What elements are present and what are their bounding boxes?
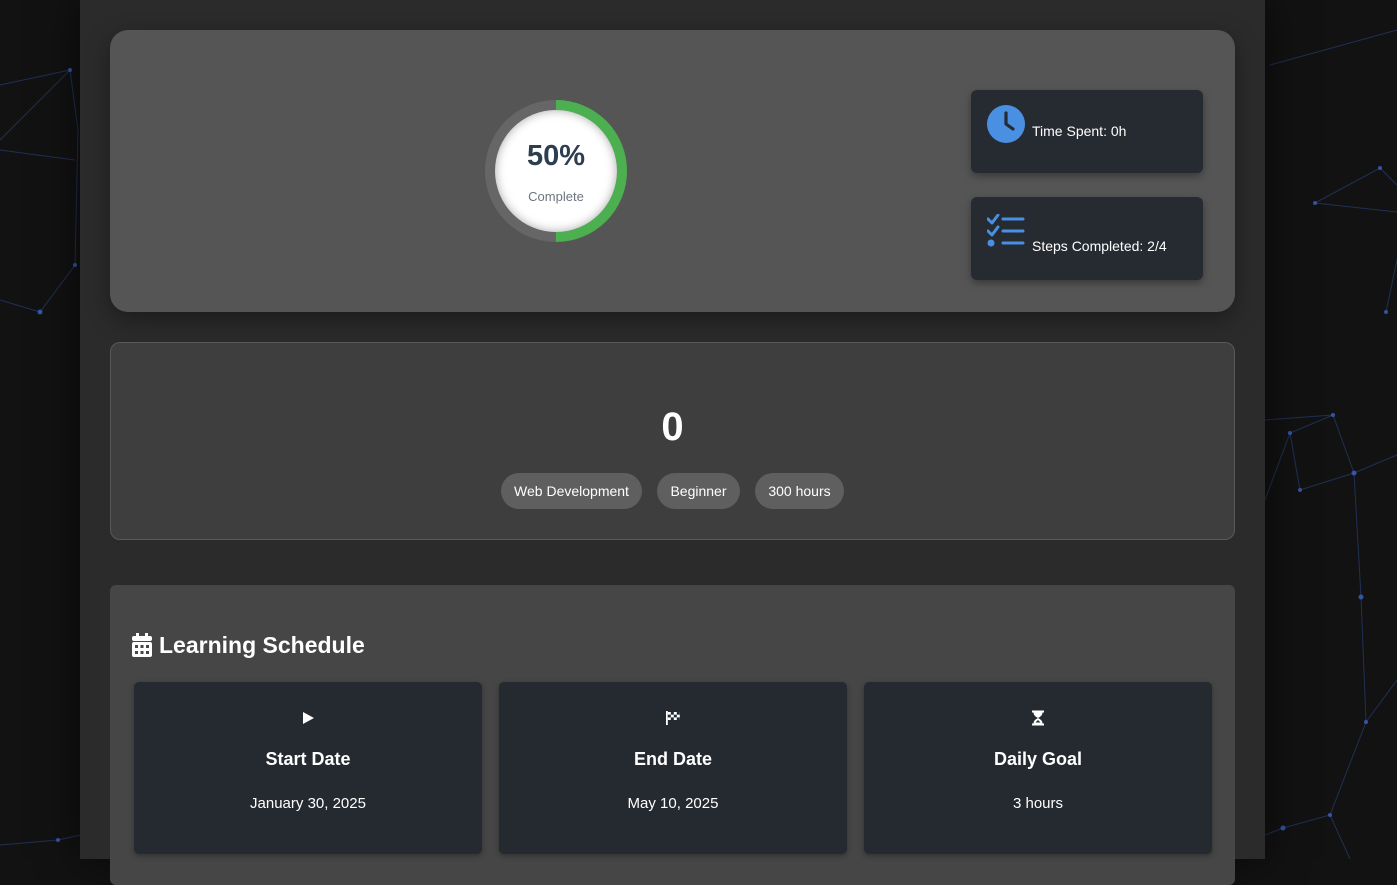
time-spent-stat: Time Spent: 0h (971, 90, 1203, 173)
main-container: 50% Complete Time Spent: 0h Steps Comple… (80, 0, 1265, 885)
progress-card: 50% Complete Time Spent: 0h Steps Comple… (110, 30, 1235, 312)
schedule-daily-goal: Daily Goal 3 hours (864, 682, 1212, 854)
time-spent-label: Time Spent: 0h (1032, 123, 1127, 139)
daily-goal-label: Daily Goal (993, 749, 1083, 769)
checklist-icon (987, 214, 1025, 247)
hourglass-icon (1032, 710, 1044, 726)
progress-percent: 50% (526, 140, 586, 172)
schedule-title: Learning Schedule (159, 632, 365, 658)
learning-schedule-card: Learning Schedule Start Date January 30,… (110, 585, 1235, 885)
roadmap-number: 0 (661, 405, 684, 449)
play-icon (303, 712, 314, 724)
daily-goal-value: 3 hours (1012, 795, 1064, 812)
roadmap-info-card: 0 Web Development Beginner 300 hours (110, 342, 1235, 540)
clock-icon (987, 105, 1025, 143)
tag-category: Web Development (501, 473, 642, 509)
roadmap-tags: Web Development Beginner 300 hours (501, 473, 901, 509)
end-date-value: May 10, 2025 (627, 795, 719, 812)
calendar-icon (132, 633, 152, 657)
steps-completed-stat: Steps Completed: 2/4 (971, 197, 1203, 280)
tag-level: Beginner (657, 473, 740, 509)
schedule-end-date: End Date May 10, 2025 (499, 682, 847, 854)
start-date-label: Start Date (265, 749, 351, 769)
checkered-flag-icon (666, 711, 680, 725)
tag-duration: 300 hours (755, 473, 844, 509)
schedule-start-date: Start Date January 30, 2025 (134, 682, 482, 854)
progress-ring: 50% Complete (485, 100, 627, 242)
end-date-label: End Date (633, 749, 712, 769)
progress-caption: Complete (528, 189, 584, 204)
steps-completed-label: Steps Completed: 2/4 (1032, 238, 1167, 254)
start-date-value: January 30, 2025 (250, 795, 366, 812)
